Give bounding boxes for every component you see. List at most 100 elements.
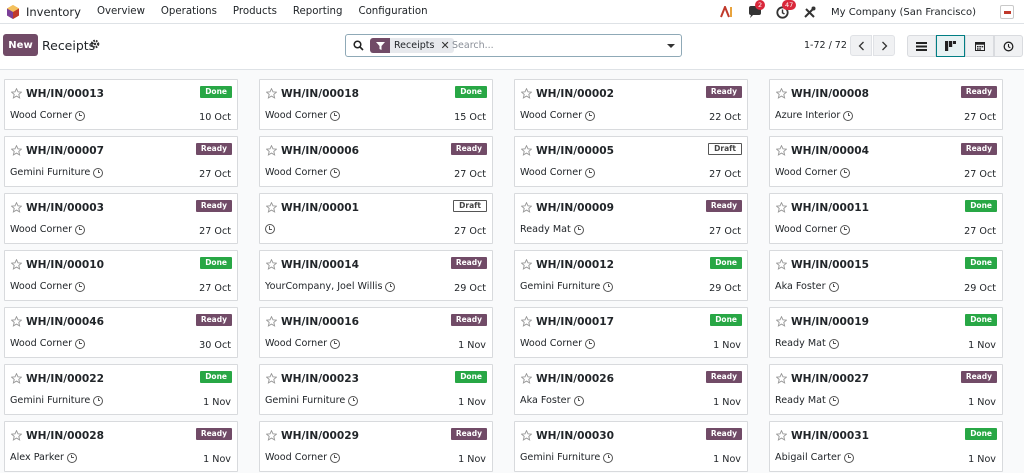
activity-clock-icon[interactable] bbox=[828, 395, 839, 406]
activity-clock-icon[interactable] bbox=[843, 452, 854, 463]
receipt-card[interactable]: WH/IN/00026 Ready Aka Foster 1 Nov bbox=[514, 364, 748, 415]
inventory-app-icon[interactable] bbox=[6, 4, 20, 19]
receipt-card[interactable]: WH/IN/00017 Done Wood Corner 1 Nov bbox=[514, 307, 748, 358]
kanban-view-button[interactable] bbox=[936, 35, 965, 57]
activity-clock-icon[interactable] bbox=[75, 224, 86, 235]
receipt-card[interactable]: WH/IN/00007 Ready Gemini Furniture 27 Oc… bbox=[4, 136, 238, 187]
star-icon[interactable] bbox=[775, 87, 788, 102]
star-icon[interactable] bbox=[10, 258, 23, 273]
receipt-card[interactable]: WH/IN/00009 Ready Ready Mat 27 Oct bbox=[514, 193, 748, 244]
company-switcher[interactable]: My Company (San Francisco) bbox=[831, 7, 976, 18]
receipt-card[interactable]: WH/IN/00027 Ready Ready Mat 1 Nov bbox=[769, 364, 1003, 415]
activity-clock-icon[interactable] bbox=[573, 395, 584, 406]
activity-clock-icon[interactable] bbox=[840, 224, 851, 235]
star-icon[interactable] bbox=[520, 201, 533, 216]
activity-clock-icon[interactable] bbox=[75, 281, 86, 292]
activity-clock-icon[interactable] bbox=[585, 110, 596, 121]
messages-icon[interactable]: 2 bbox=[746, 0, 766, 21]
star-icon[interactable] bbox=[520, 429, 533, 444]
star-icon[interactable] bbox=[775, 372, 788, 387]
receipt-card[interactable]: WH/IN/00015 Done Aka Foster 29 Oct bbox=[769, 250, 1003, 301]
receipt-card[interactable]: WH/IN/00001 Draft 27 Oct bbox=[259, 193, 493, 244]
new-button[interactable]: New bbox=[3, 34, 38, 56]
receipt-card[interactable]: WH/IN/00019 Done Ready Mat 1 Nov bbox=[769, 307, 1003, 358]
list-view-button[interactable] bbox=[907, 35, 936, 57]
activity-clock-icon[interactable] bbox=[66, 452, 77, 463]
receipt-card[interactable]: WH/IN/00031 Done Abigail Carter 1 Nov bbox=[769, 421, 1003, 472]
activity-clock-icon[interactable] bbox=[585, 338, 596, 349]
ai-icon[interactable] bbox=[719, 3, 737, 21]
app-title[interactable]: Inventory bbox=[26, 5, 81, 19]
star-icon[interactable] bbox=[775, 144, 788, 159]
menu-operations[interactable]: Operations bbox=[161, 6, 217, 17]
star-icon[interactable] bbox=[265, 258, 278, 273]
search-icon[interactable] bbox=[353, 40, 364, 54]
activity-clock-icon[interactable] bbox=[385, 281, 396, 292]
activity-clock-icon[interactable] bbox=[828, 281, 839, 292]
receipt-card[interactable]: WH/IN/00046 Ready Wood Corner 30 Oct bbox=[4, 307, 238, 358]
receipt-card[interactable]: WH/IN/00028 Ready Alex Parker 1 Nov bbox=[4, 421, 238, 472]
star-icon[interactable] bbox=[10, 144, 23, 159]
pager-previous-button[interactable] bbox=[850, 35, 872, 56]
calendar-view-button[interactable] bbox=[965, 35, 994, 57]
star-icon[interactable] bbox=[10, 372, 23, 387]
activity-clock-icon[interactable] bbox=[75, 110, 86, 121]
activity-view-button[interactable] bbox=[994, 35, 1023, 57]
receipt-card[interactable]: WH/IN/00010 Done Wood Corner 27 Oct bbox=[4, 250, 238, 301]
menu-overview[interactable]: Overview bbox=[97, 6, 145, 17]
star-icon[interactable] bbox=[520, 315, 533, 330]
activity-clock-icon[interactable] bbox=[330, 110, 341, 121]
star-icon[interactable] bbox=[265, 87, 278, 102]
activity-clock-icon[interactable] bbox=[348, 395, 359, 406]
star-icon[interactable] bbox=[10, 201, 23, 216]
activity-clock-icon[interactable] bbox=[93, 167, 104, 178]
receipt-card[interactable]: WH/IN/00014 Ready YourCompany, Joel Will… bbox=[259, 250, 493, 301]
pager-value[interactable]: 1-72 / 72 bbox=[804, 40, 847, 51]
activity-clock-icon[interactable] bbox=[330, 167, 341, 178]
pager-next-button[interactable] bbox=[873, 35, 895, 56]
receipt-card[interactable]: WH/IN/00012 Done Gemini Furniture 29 Oct bbox=[514, 250, 748, 301]
receipt-card[interactable]: WH/IN/00016 Ready Wood Corner 1 Nov bbox=[259, 307, 493, 358]
star-icon[interactable] bbox=[775, 258, 788, 273]
receipt-card[interactable]: WH/IN/00029 Ready Wood Corner 1 Nov bbox=[259, 421, 493, 472]
receipt-card[interactable]: WH/IN/00002 Ready Wood Corner 22 Oct bbox=[514, 79, 748, 130]
activity-clock-icon[interactable] bbox=[330, 452, 341, 463]
receipt-card[interactable]: WH/IN/00005 Draft Wood Corner 27 Oct bbox=[514, 136, 748, 187]
receipt-card[interactable]: WH/IN/00018 Done Wood Corner 15 Oct bbox=[259, 79, 493, 130]
activities-icon[interactable]: 47 bbox=[773, 0, 797, 21]
receipt-card[interactable]: WH/IN/00004 Ready Wood Corner 27 Oct bbox=[769, 136, 1003, 187]
star-icon[interactable] bbox=[265, 201, 278, 216]
activity-clock-icon[interactable] bbox=[585, 167, 596, 178]
receipt-card[interactable]: WH/IN/00006 Ready Wood Corner 27 Oct bbox=[259, 136, 493, 187]
star-icon[interactable] bbox=[775, 315, 788, 330]
star-icon[interactable] bbox=[520, 258, 533, 273]
activity-clock-icon[interactable] bbox=[840, 167, 851, 178]
menu-reporting[interactable]: Reporting bbox=[293, 6, 343, 17]
activity-clock-icon[interactable] bbox=[75, 338, 86, 349]
activity-clock-icon[interactable] bbox=[603, 281, 614, 292]
menu-configuration[interactable]: Configuration bbox=[358, 6, 427, 17]
receipt-card[interactable]: WH/IN/00011 Done Wood Corner 27 Oct bbox=[769, 193, 1003, 244]
activity-clock-icon[interactable] bbox=[330, 338, 341, 349]
gear-icon[interactable] bbox=[90, 39, 100, 52]
user-avatar[interactable] bbox=[1000, 5, 1014, 19]
receipt-card[interactable]: WH/IN/00023 Done Gemini Furniture 1 Nov bbox=[259, 364, 493, 415]
receipt-card[interactable]: WH/IN/00013 Done Wood Corner 10 Oct bbox=[4, 79, 238, 130]
tools-icon[interactable] bbox=[800, 3, 818, 21]
star-icon[interactable] bbox=[10, 87, 23, 102]
receipt-card[interactable]: WH/IN/00030 Ready Gemini Furniture 1 Nov bbox=[514, 421, 748, 472]
star-icon[interactable] bbox=[265, 144, 278, 159]
receipt-card[interactable]: WH/IN/00003 Ready Wood Corner 27 Oct bbox=[4, 193, 238, 244]
star-icon[interactable] bbox=[265, 315, 278, 330]
star-icon[interactable] bbox=[10, 429, 23, 444]
star-icon[interactable] bbox=[10, 315, 23, 330]
search-input[interactable] bbox=[452, 38, 652, 53]
star-icon[interactable] bbox=[520, 372, 533, 387]
activity-clock-icon[interactable] bbox=[843, 110, 854, 121]
search-options-toggle-icon[interactable] bbox=[667, 44, 675, 48]
menu-products[interactable]: Products bbox=[233, 6, 277, 17]
activity-clock-icon[interactable] bbox=[93, 395, 104, 406]
star-icon[interactable] bbox=[520, 144, 533, 159]
receipt-card[interactable]: WH/IN/00022 Done Gemini Furniture 1 Nov bbox=[4, 364, 238, 415]
star-icon[interactable] bbox=[775, 201, 788, 216]
